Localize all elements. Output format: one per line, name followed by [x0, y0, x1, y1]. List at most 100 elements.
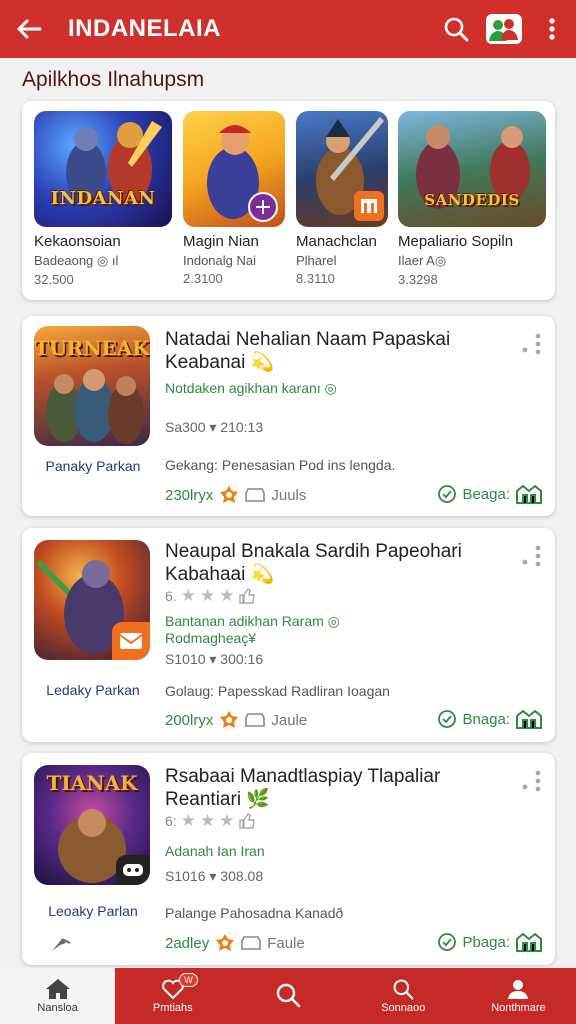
star-icon: ★: [199, 811, 216, 830]
store-icon: [516, 709, 542, 729]
category-text: Bantanan adikhan Raram ◎ Rodmagheaç¥: [165, 613, 340, 646]
nav-search[interactable]: [230, 968, 345, 1024]
app-title: Rsabaai Manadtlaspiay Tlapaliar Reantiar…: [165, 766, 441, 810]
game-thumbnail: [183, 111, 285, 227]
clock-icon: [438, 485, 457, 503]
app-title: Natadai Nehalian Naam Papaskai Keabanai …: [165, 329, 451, 373]
nav-label: Nonthmare: [491, 1002, 546, 1014]
app-meta-row: 230lryx Juuls: [165, 485, 306, 505]
publisher-badge: [116, 855, 150, 885]
featured-item-subtitle: Badeaong ◎ ıl: [34, 253, 119, 268]
star-icon: ★: [180, 811, 196, 830]
size-text: 230lryx: [165, 486, 214, 504]
app-description: Gekang: Penesasian Pod ins lengda.: [165, 457, 396, 473]
back-button[interactable]: [0, 0, 58, 58]
search-button[interactable]: [432, 0, 480, 58]
reviews-text: Faule: [267, 934, 305, 952]
thumbs-icon: [239, 588, 256, 604]
store-icon: [516, 484, 542, 504]
featured-item-name: Mepaliario Sopiln: [398, 233, 514, 250]
star-icon: ★: [219, 586, 235, 605]
nav-label: Sonnaoo: [381, 1002, 426, 1014]
person-icon: [508, 980, 529, 999]
search-icon: [444, 17, 469, 42]
get-button[interactable]: Beaga:: [437, 483, 543, 505]
developer-name[interactable]: Panaky Parkan: [22, 458, 164, 474]
chat-icon: [245, 713, 266, 727]
app-list-card[interactable]: TURNEAK Panaky Parkan Natadai Nehalian N…: [22, 316, 555, 516]
gamepad-icon: [123, 864, 143, 876]
get-label: Beaga:: [462, 485, 510, 503]
chat-icon: [241, 936, 262, 950]
developer-name[interactable]: Leoaky Parlan: [22, 903, 164, 919]
clock-icon: [438, 710, 457, 728]
nav-label: Nansloa: [37, 1002, 78, 1014]
star-rating: 6. ★ ★ ★: [165, 586, 256, 606]
app-stats: S1010 ▾ 300:16: [165, 651, 264, 667]
game-thumbnail: [34, 540, 150, 660]
more-vert-icon: [549, 18, 555, 40]
thumbs-icon: [239, 813, 256, 829]
get-label: Pbaga:: [462, 933, 510, 951]
reviews-text: Jaule: [271, 711, 308, 729]
app-stats: S1016 ▾ 308.08: [165, 868, 264, 884]
more-dots-icon: [522, 333, 541, 355]
size-text: 200lryx: [165, 711, 214, 729]
app-list-card[interactable]: Ledaky Parkan Neaupal Bnakala Sardih Pap…: [22, 528, 555, 742]
search-icon: [393, 979, 414, 1000]
home-icon: [45, 979, 70, 999]
featured-item-count: 3.3298: [398, 272, 438, 287]
nav-label: Pmtiahs: [152, 1002, 193, 1014]
star-icon: ★: [199, 586, 216, 605]
featured-item[interactable]: INDANAN Kekaonsoian Badeaong ◎ ıl 32.500: [34, 111, 174, 287]
featured-item-count: 32.500: [34, 272, 74, 287]
star-icon: ★: [180, 586, 196, 605]
more-dots-icon: [522, 545, 541, 567]
featured-item[interactable]: SANDEDIS Mepaliario Sopiln Ilaer A◎ 3.32…: [398, 111, 546, 287]
account-button[interactable]: [480, 0, 528, 58]
bottom-navigation: Nansloa W Pmtiahs Sonnaoo Nonthmare: [0, 968, 576, 1024]
clock-icon: [438, 933, 457, 951]
game-thumbnail: [296, 111, 388, 227]
search-icon: [276, 983, 301, 1008]
get-label: Bnaga:: [462, 710, 510, 728]
users-icon: [486, 14, 522, 44]
top-app-bar: INDANELAIA: [0, 0, 576, 58]
nav-favorites[interactable]: W Pmtiahs: [115, 968, 230, 1024]
notification-badge: W: [179, 973, 198, 987]
app-description: Golaug: Papesskad Radliran Ioagan: [165, 683, 390, 699]
nav-profile[interactable]: Nonthmare: [461, 968, 576, 1024]
battle-art-icon: [416, 125, 530, 209]
featured-item-subtitle: Ilaer A◎: [398, 253, 447, 268]
get-button[interactable]: Bnaga:: [437, 708, 543, 730]
game-thumbnail: TIANAK: [34, 765, 150, 885]
orange-badge-icon: [216, 934, 235, 951]
get-button[interactable]: Pbaga:: [437, 931, 543, 953]
game-thumbnail: INDANAN: [34, 111, 172, 227]
category-text: Adanah Ian Iran: [165, 843, 265, 859]
card-menu-button[interactable]: [521, 332, 543, 356]
store-icon: [516, 932, 542, 952]
card-menu-button[interactable]: [521, 769, 543, 793]
category-text: Notdaken agikhan karanı ◎: [165, 380, 337, 396]
hero-art-icon: [207, 125, 278, 222]
nav-home[interactable]: Nansloa: [0, 968, 116, 1024]
app-description: Palange Pahosadna Kanadð: [165, 905, 344, 921]
app-title: INDANELAIA: [68, 15, 221, 42]
share-arrow-icon[interactable]: [48, 933, 74, 955]
game-thumbnail: TURNEAK: [34, 326, 150, 446]
card-menu-button[interactable]: [521, 544, 543, 568]
mail-icon: [119, 633, 143, 649]
app-meta-row: 2adley Faule: [165, 933, 305, 953]
more-options-button[interactable]: [528, 0, 576, 58]
featured-carousel: INDANAN Kekaonsoian Badeaong ◎ ıl 32.500…: [22, 101, 555, 300]
rating-value: 6.: [165, 588, 177, 604]
game-thumbnail: SANDEDIS: [398, 111, 546, 227]
app-list-card[interactable]: TIANAK Leoaky Parlan Rsabaai Manadtlaspi…: [22, 753, 555, 965]
reviews-text: Juuls: [271, 486, 307, 504]
orange-badge-icon: [220, 486, 239, 503]
section-title: Apilkhos Ilnahupsm: [22, 68, 205, 91]
developer-name[interactable]: Ledaky Parkan: [22, 682, 164, 698]
app-title: Neaupal Bnakala Sardih Papeohari Kabahaa…: [165, 541, 462, 585]
nav-explore[interactable]: Sonnaoo: [346, 968, 461, 1024]
